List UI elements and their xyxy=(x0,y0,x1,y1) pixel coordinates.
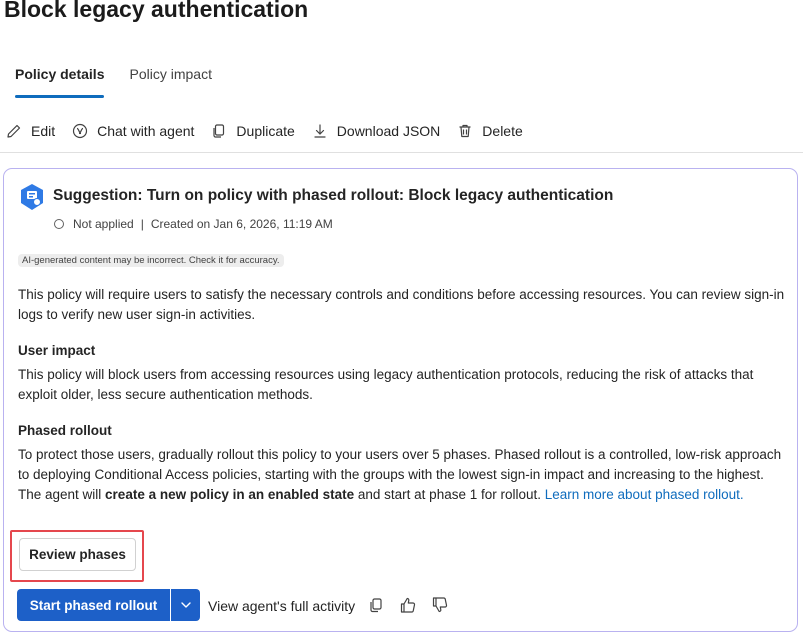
duplicate-icon xyxy=(213,124,225,138)
toolbar-divider xyxy=(0,152,803,153)
phased-text-bold: create a new policy in an enabled state xyxy=(105,487,355,502)
thumbs-down-icon[interactable] xyxy=(431,596,449,614)
created-date: Created on Jan 6, 2026, 11:19 AM xyxy=(150,217,333,231)
learn-more-link[interactable]: Learn more about phased rollout. xyxy=(545,487,744,502)
view-agent-activity-link[interactable]: View agent's full activity xyxy=(208,598,355,614)
delete-button[interactable]: Delete xyxy=(457,123,523,139)
download-json-button[interactable]: Download JSON xyxy=(312,123,441,139)
chevron-down-icon xyxy=(180,602,191,608)
suggestion-status-row: Not applied | Created on Jan 6, 2026, 11… xyxy=(54,217,333,231)
download-icon xyxy=(314,124,326,138)
suggestion-card: Suggestion: Turn on policy with phased r… xyxy=(3,168,798,632)
user-impact-text: This policy will block users from access… xyxy=(18,367,754,402)
tab-policy-details[interactable]: Policy details xyxy=(15,66,105,98)
phased-text-part2: and start at phase 1 for rollout. xyxy=(354,487,545,502)
start-phased-rollout-button[interactable]: Start phased rollout xyxy=(17,589,170,621)
edit-icon xyxy=(7,124,21,138)
tab-bar: Policy details Policy impact xyxy=(15,66,237,98)
chat-with-agent-label: Chat with agent xyxy=(97,123,195,139)
chat-agent-icon xyxy=(73,123,88,139)
delete-label: Delete xyxy=(482,123,523,139)
phased-rollout-text: To protect those users, gradually rollou… xyxy=(18,445,788,505)
intro-text: This policy will require users to satisf… xyxy=(18,287,785,322)
duplicate-label: Duplicate xyxy=(236,123,295,139)
copy-icon[interactable] xyxy=(367,596,385,614)
edit-button[interactable]: Edit xyxy=(6,123,55,139)
suggestion-title: Suggestion: Turn on policy with phased r… xyxy=(53,187,614,204)
rollout-options-button[interactable] xyxy=(170,589,200,621)
chat-with-agent-button[interactable]: Chat with agent xyxy=(72,123,194,139)
status-text: Not applied xyxy=(73,217,134,231)
command-bar: Edit Chat with agent Duplicate Download … xyxy=(6,123,540,139)
ai-disclaimer-badge: AI-generated content may be incorrect. C… xyxy=(18,254,284,267)
phased-rollout-heading: Phased rollout xyxy=(18,423,112,438)
page-title: Block legacy authentication xyxy=(4,0,309,22)
tab-policy-impact[interactable]: Policy impact xyxy=(129,66,211,96)
status-circle-icon xyxy=(54,219,64,229)
status-separator: | xyxy=(140,217,144,231)
delete-icon xyxy=(459,124,471,138)
download-json-label: Download JSON xyxy=(336,123,441,139)
duplicate-button[interactable]: Duplicate xyxy=(211,123,295,139)
suggestion-icon xyxy=(21,184,43,210)
start-rollout-split-button: Start phased rollout xyxy=(17,589,200,621)
thumbs-up-icon[interactable] xyxy=(399,596,417,614)
review-phases-button[interactable]: Review phases xyxy=(19,538,136,571)
user-impact-heading: User impact xyxy=(18,343,96,358)
edit-label: Edit xyxy=(31,123,56,139)
